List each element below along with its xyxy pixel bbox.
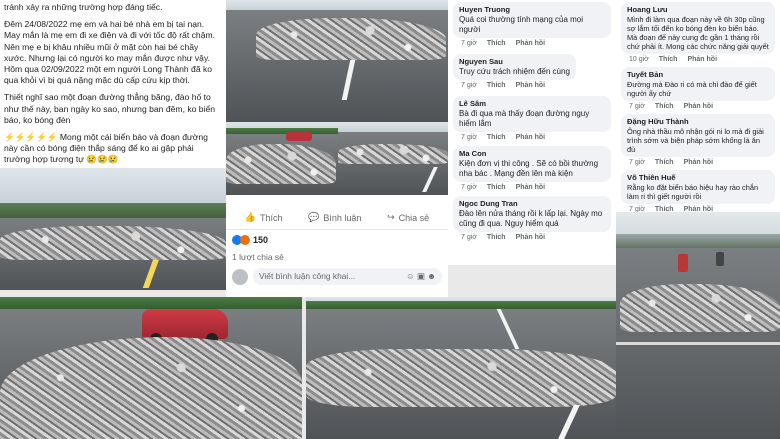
comment-like[interactable]: Thích [487, 40, 506, 47]
road-photo-small-2 [338, 122, 448, 195]
comment-text: Mình đi làm qua đoạn này về 6h 30p cũng … [627, 15, 769, 51]
comment-composer: Viết bình luận công khai... ☺ ▣ ☻ [232, 268, 442, 285]
road-photo-small-1 [226, 122, 338, 195]
post-paragraph: Đêm 24/08/2022 mẹ em và hai bé nhà em bị… [4, 19, 216, 86]
comment-author[interactable]: Ma Con [459, 149, 605, 158]
comment-time[interactable]: 7 giờ [461, 184, 477, 191]
post-paragraph: Thiết nghĩ sao một đoạn đường thẳng băng… [4, 92, 216, 125]
comment-reply[interactable]: Phản hồi [684, 159, 714, 166]
share-button[interactable]: ↪ Chia sẻ [387, 212, 429, 223]
post-paragraph: ⚡⚡⚡⚡⚡ Mong một cái biển báo và đoạn đườn… [4, 132, 208, 165]
comment-time[interactable]: 7 giờ [461, 234, 477, 241]
comment-author[interactable]: Nguyen Sau [459, 57, 570, 66]
comment-author[interactable]: Võ Thiên Huế [627, 173, 769, 182]
post-paragraph: tránh xảy ra những trường hợp đáng tiếc. [4, 2, 163, 12]
comment-icon: 💬 [308, 212, 320, 222]
comment-reply[interactable]: Phản hồi [516, 184, 546, 191]
road-photo-top [226, 0, 448, 122]
avatar [232, 268, 248, 285]
comments-right: Hoang Lưu Mình đi làm qua đoạn này về 6h … [616, 0, 780, 214]
comment-label: Bình luận [323, 212, 362, 223]
comment-item: Lê Sâm Bà đi qua mà thấy đoạn đường nguy … [453, 96, 611, 142]
comment-item: Ma Con Kiện đơn vị thi công . Sẽ có bồi t… [453, 146, 611, 192]
action-row: 👍 Thích 💬 Bình luận ↪ Chia sẻ [226, 195, 448, 230]
post-text: tránh xảy ra những trường hợp đáng tiếc.… [0, 0, 226, 168]
comment-author[interactable]: Tuyết Bản [627, 70, 769, 79]
comment-item: Ngoc Dung Tran Đào lên nửa tháng rồi k lấ… [453, 196, 611, 242]
emoji-icons[interactable]: ☺ ▣ ☻ [406, 271, 436, 282]
road-photo-right [616, 212, 780, 439]
comment-reply[interactable]: Phản hồi [687, 56, 717, 63]
comment-item: Võ Thiên Huế Rằng ko đặt biển báo hiệu ha… [621, 170, 775, 214]
comments-middle: Huyen Truong Quá coi thường tính mạng của… [448, 0, 616, 265]
angry-reaction-icon [240, 235, 250, 245]
comment-text: Kiện đơn vị thi công . Sẽ có bồi thường … [459, 159, 599, 178]
collage: tránh xảy ra những trường hợp đáng tiếc.… [0, 0, 780, 439]
road-photo-left [0, 168, 226, 290]
share-icon: ↪ [387, 212, 395, 222]
comment-like[interactable]: Thích [487, 134, 506, 141]
comment-time[interactable]: 7 giờ [461, 40, 477, 47]
comment-like[interactable]: Thích [655, 103, 674, 110]
comment-like[interactable]: Thích [659, 56, 678, 63]
comment-item: Tuyết Bản Đường mà Đào ri có mà chỉ đào đ… [621, 67, 775, 111]
road-photo-bottom-middle [306, 297, 616, 439]
reactions-summary[interactable]: 150 [226, 230, 448, 250]
comment-time[interactable]: 7 giờ [461, 134, 477, 141]
comment-input[interactable]: Viết bình luận công khai... ☺ ▣ ☻ [253, 268, 442, 285]
road-photo-bottom-left [0, 297, 302, 439]
comment-reply[interactable]: Phản hồi [516, 134, 546, 141]
shares-count[interactable]: 1 lượt chia sẻ [226, 250, 448, 264]
comment-item: Đặng Hữu Thành Ông nhà thầu mô nhận gói n… [621, 114, 775, 167]
comment-time[interactable]: 7 giờ [461, 82, 477, 89]
comment-item: Nguyen Sau Truy cứu trách nhiệm đến cùng … [453, 54, 611, 90]
comment-like[interactable]: Thích [487, 184, 506, 191]
thumbs-up-icon: 👍 [244, 212, 257, 222]
comment-text: Bà đi qua mà thấy đoạn đường nguy hiểm l… [459, 109, 590, 128]
comment-placeholder: Viết bình luận công khai... [259, 271, 356, 281]
comment-text: Ông nhà thầu mô nhận gói ni lo mà đi giả… [627, 127, 764, 154]
comment-author[interactable]: Lê Sâm [459, 99, 605, 108]
reactions-count: 150 [253, 235, 269, 245]
comment-text: Truy cứu trách nhiệm đến cùng [459, 67, 570, 76]
comment-item: Hoang Lưu Mình đi làm qua đoạn này về 6h … [621, 2, 775, 64]
comment-reply[interactable]: Phản hồi [516, 40, 546, 47]
comment-text: Rằng ko đặt biển báo hiệu hay rào chắn l… [627, 183, 759, 201]
comment-reply[interactable]: Phản hồi [516, 234, 546, 241]
comment-item: Huyen Truong Quá coi thường tính mạng của… [453, 2, 611, 48]
comment-time[interactable]: 10 giờ [629, 56, 649, 63]
like-label: Thích [260, 212, 283, 223]
like-button[interactable]: 👍 Thích [245, 212, 283, 223]
comment-author[interactable]: Đặng Hữu Thành [627, 117, 769, 126]
post-actions-panel: 👍 Thích 💬 Bình luận ↪ Chia sẻ 150 1 lượt… [226, 195, 448, 297]
comment-time[interactable]: 7 giờ [629, 159, 645, 166]
comment-text: Quá coi thường tính mạng của mọi người [459, 15, 583, 34]
comment-like[interactable]: Thích [487, 234, 506, 241]
comment-author[interactable]: Huyen Truong [459, 5, 605, 14]
comment-text: Đường mà Đào ri có mà chỉ đào để giết ng… [627, 80, 757, 98]
comment-reply[interactable]: Phản hồi [684, 103, 714, 110]
comment-reply[interactable]: Phản hồi [516, 82, 546, 89]
comment-author[interactable]: Hoang Lưu [627, 5, 769, 14]
comment-button[interactable]: 💬 Bình luận [308, 212, 361, 223]
comment-author[interactable]: Ngoc Dung Tran [459, 199, 605, 208]
share-label: Chia sẻ [398, 212, 430, 223]
comment-time[interactable]: 7 giờ [629, 103, 645, 110]
comment-text: Đào lên nửa tháng rồi k lấp lại. Ngày mo… [459, 209, 603, 228]
comment-like[interactable]: Thích [487, 82, 506, 89]
comment-like[interactable]: Thích [655, 159, 674, 166]
